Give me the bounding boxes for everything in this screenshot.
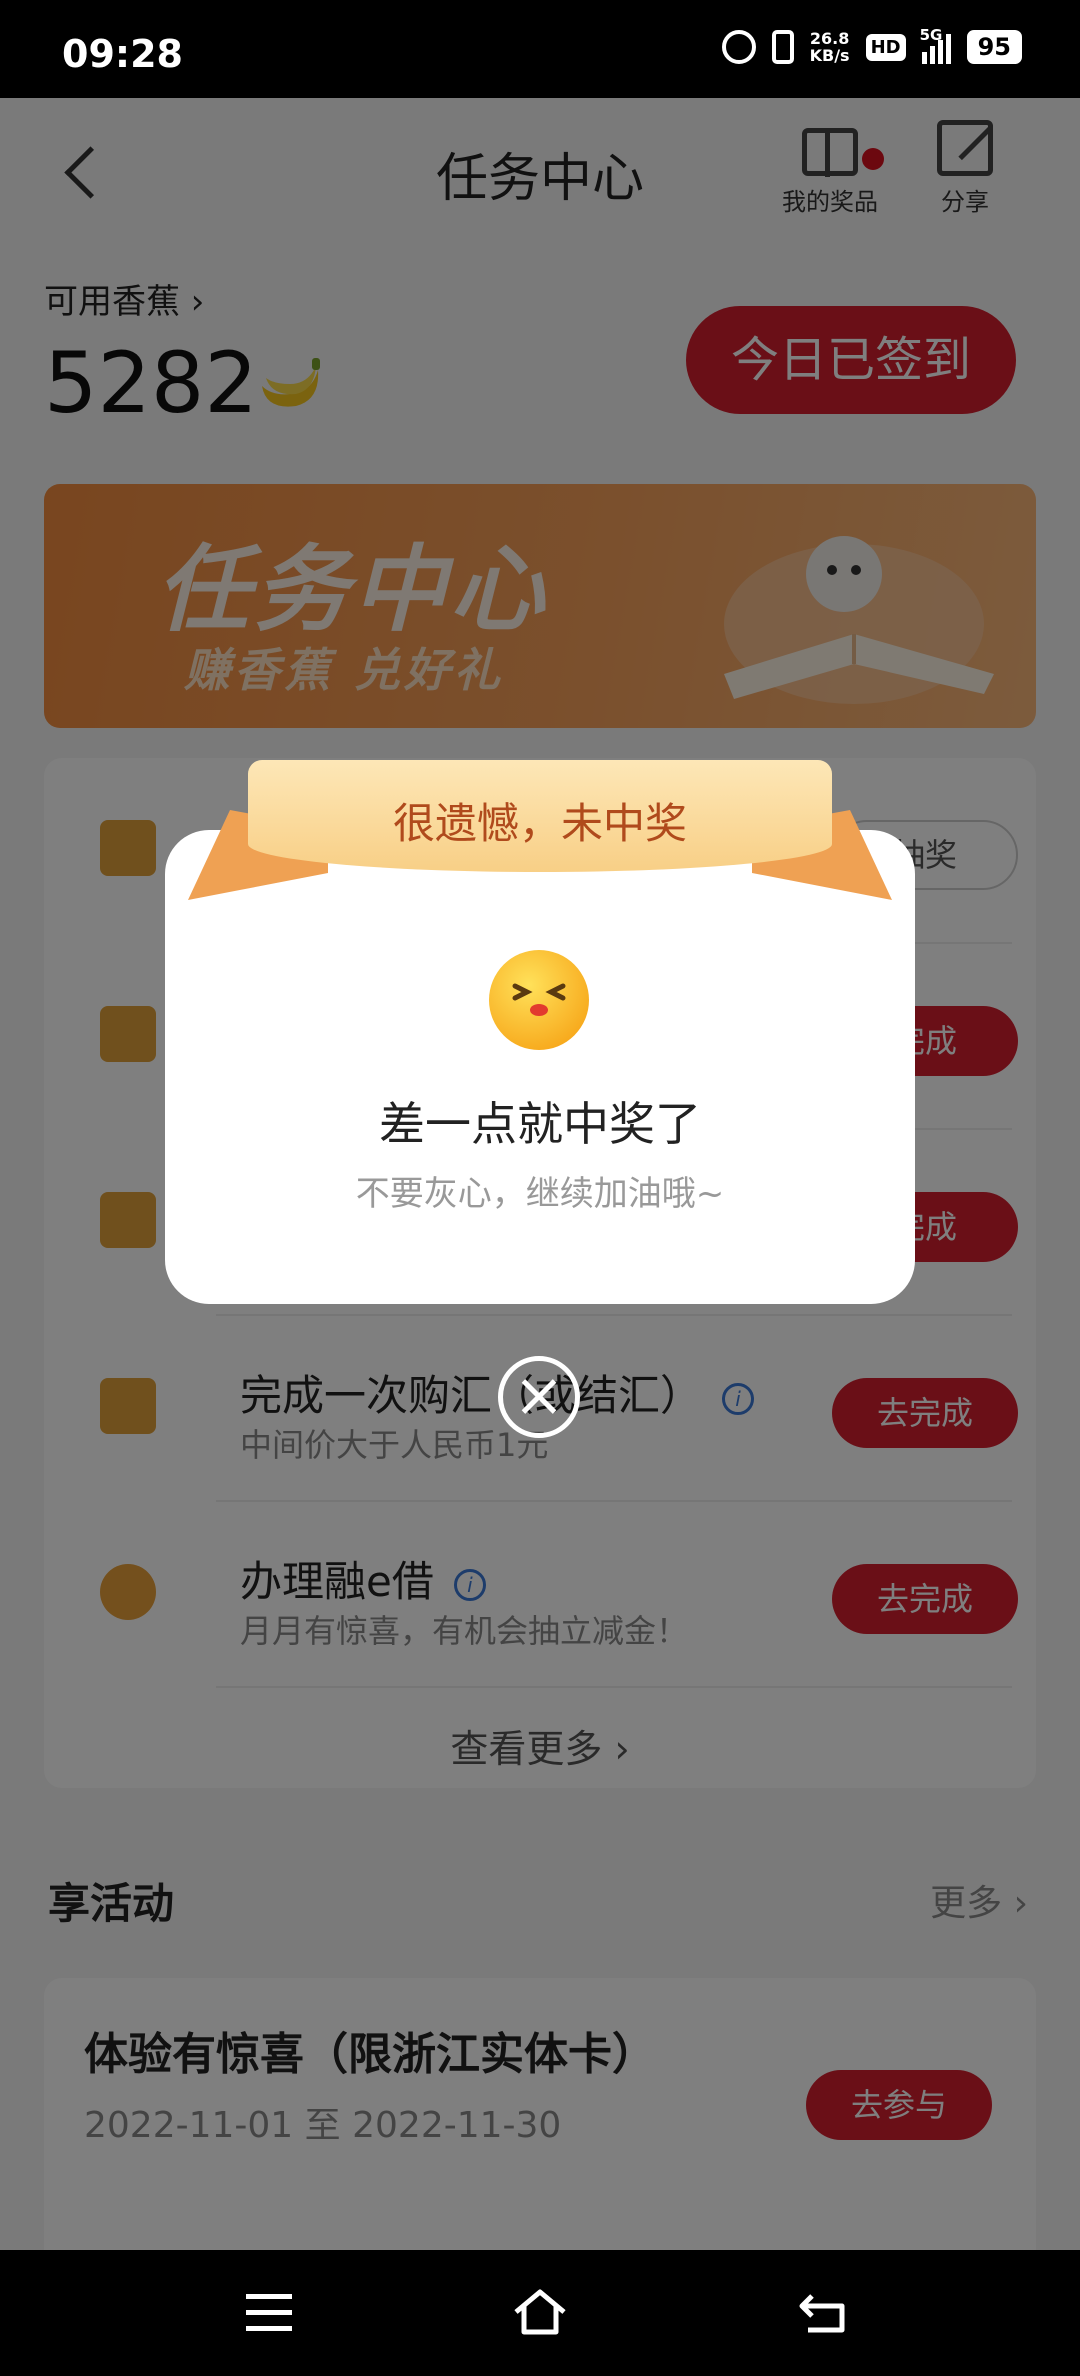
status-bar: 09:28 26.8 KB/s HD 5G 95 bbox=[0, 0, 1080, 98]
hd-badge: HD bbox=[865, 33, 906, 61]
battery-icon: 95 bbox=[966, 30, 1022, 64]
ribbon-banner: 很遗憾，未中奖 bbox=[248, 760, 832, 872]
network-type: 5G bbox=[919, 26, 943, 44]
dialog-title: 差一点就中奖了 bbox=[379, 1097, 701, 1151]
vibrate-icon bbox=[771, 30, 794, 64]
back-icon[interactable] bbox=[798, 2288, 850, 2336]
status-icons: 26.8 KB/s HD 5G 95 bbox=[721, 26, 1022, 65]
ribbon-text: 很遗憾，未中奖 bbox=[392, 799, 687, 848]
clock: 09:28 bbox=[62, 32, 183, 76]
alarm-icon bbox=[721, 30, 756, 64]
system-nav-bar bbox=[0, 2250, 1080, 2376]
dialog-subtitle: 不要灰心，继续加油哦~ bbox=[355, 1174, 725, 1214]
squinting-face-icon bbox=[489, 950, 589, 1050]
menu-icon[interactable] bbox=[246, 2294, 292, 2332]
dialog-ribbon: 很遗憾，未中奖 bbox=[188, 760, 892, 910]
home-icon[interactable] bbox=[512, 2286, 568, 2338]
close-icon[interactable] bbox=[498, 1356, 580, 1438]
network-speed: 26.8 KB/s bbox=[809, 29, 850, 65]
signal-icon: 5G bbox=[920, 26, 951, 64]
